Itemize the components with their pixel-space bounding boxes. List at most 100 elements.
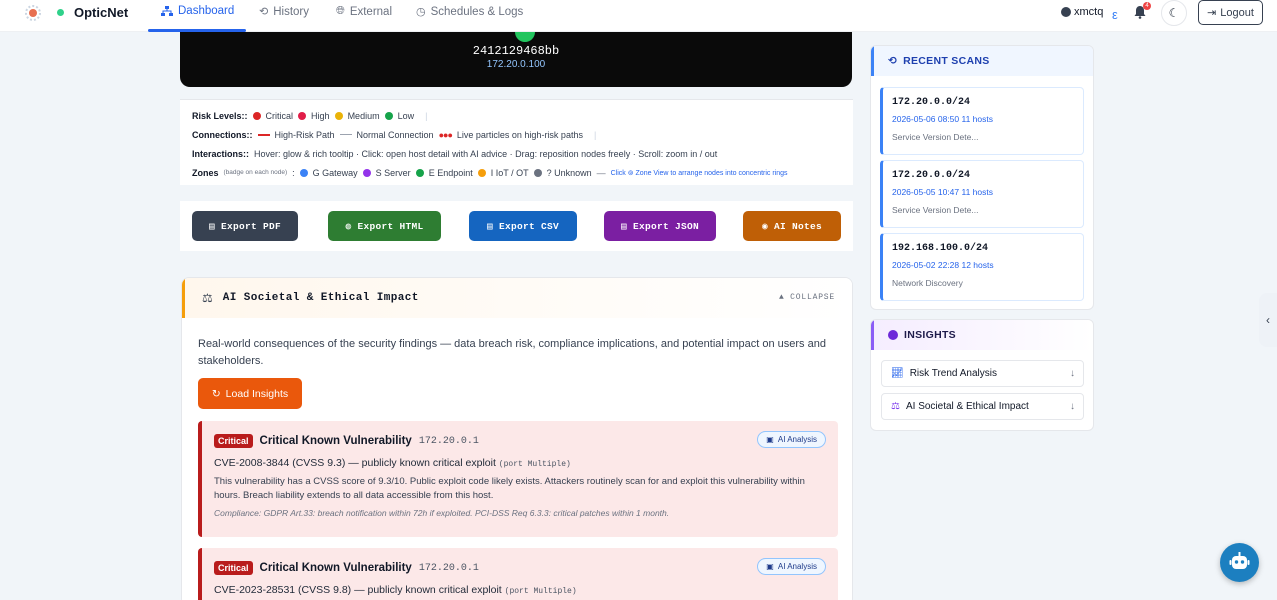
export-html-button[interactable]: ◍ Export HTML (328, 211, 441, 241)
card-header[interactable]: ⚖ AI Societal & Ethical Impact ▲ COLLAPS… (182, 278, 852, 318)
finding-compliance: Compliance: GDPR Art.33: breach notifica… (214, 508, 670, 518)
endpoint-dot (415, 168, 424, 177)
scan-network: 172.20.0.0/24 (892, 170, 971, 181)
legend-connections-row: Connections:: High-Risk Path Normal Conn… (192, 125, 841, 144)
ai-societal-impact-card: ⚖ AI Societal & Ethical Impact ▲ COLLAPS… (181, 277, 853, 600)
scan-item[interactable]: 172.20.0.0/24 2026-05-06 08:50 11 hosts … (880, 87, 1084, 155)
logout-button[interactable]: ⇥ Logout (1198, 0, 1263, 25)
export-json-label: Export JSON (633, 220, 700, 232)
network-topology-canvas[interactable]: 2412129468bb 172.20.0.100 (180, 28, 852, 87)
high-risk-line-icon (257, 133, 270, 136)
finding-ip: 172.20.0.1 (418, 562, 479, 574)
load-insights-button[interactable]: ↻ Load Insights (198, 378, 302, 409)
legend-high-risk: High-Risk Path (274, 129, 335, 140)
finding-title: Critical Known Vulnerability (259, 562, 412, 574)
active-tab-indicator (148, 29, 246, 32)
scan-type: Service Version Dete... (892, 205, 979, 215)
export-csv-label: Export CSV (499, 220, 560, 232)
legend-zones-row: Zones (badge on each node): G Gateway S … (192, 167, 788, 178)
scan-type: Network Discovery (892, 278, 963, 288)
finding-cve: CVE-2023-28531 (CVSS 9.8) — publicly kno… (214, 584, 502, 596)
scan-item[interactable]: 192.168.100.0/24 2026-05-02 22:28 12 hos… (880, 233, 1084, 301)
file-pdf-icon: ▤ (208, 220, 215, 232)
ai-analysis-label: AI Analysis (777, 435, 817, 444)
legend-interactions-text: Hover: glow & rich tooltip · Click: open… (254, 148, 718, 159)
scale-icon: ⚖ (202, 291, 213, 305)
export-pdf-button[interactable]: ▤ Export PDF (192, 211, 298, 241)
card-title: AI Societal & Ethical Impact (222, 292, 419, 304)
top-navbar: OpticNet Dashboard ⟲ History 🌐︎ External… (0, 0, 1277, 32)
scale-icon: ⚖ (891, 401, 900, 412)
chart-line-icon: 📈︎ (891, 368, 904, 379)
globe-icon: ◍ (345, 220, 352, 232)
finding-port: (port Multiple) (498, 460, 571, 469)
brand-name[interactable]: OpticNet (74, 5, 128, 20)
arrow-down-icon: ↓ (1070, 368, 1075, 379)
export-html-label: Export HTML (357, 220, 424, 232)
robot-icon (1229, 552, 1250, 569)
zones-note: (badge on each node) (223, 169, 288, 176)
history-icon: ⟲ (888, 55, 898, 67)
finding-cve: CVE-2008-3844 (CVSS 9.3) — publicly know… (214, 457, 496, 469)
notification-badge: 4 (1143, 2, 1151, 10)
app-logo-icon (25, 5, 41, 21)
node-ip: 172.20.0.100 (486, 59, 546, 70)
insight-risk-trend[interactable]: 📈︎ Risk Trend Analysis ↓ (881, 360, 1084, 387)
ai-analysis-label: AI Analysis (777, 562, 817, 571)
export-toolbar: ▤ Export PDF ◍ Export HTML ▤ Export CSV ▤ Ex… (180, 201, 853, 251)
legend-medium: Medium (347, 110, 380, 121)
history-icon: ⟲ (259, 6, 269, 18)
username: xmctq (1074, 6, 1104, 18)
insights-title: INSIGHTS (904, 329, 956, 341)
nav-schedules[interactable]: ◷ Schedules & Logs (416, 5, 523, 19)
high-dot (298, 111, 307, 120)
globe-icon: 🌐︎ (336, 5, 345, 17)
export-json-button[interactable]: ▤ Export JSON (604, 211, 716, 241)
ai-notes-button[interactable]: ◉ AI Notes (743, 211, 841, 241)
zone-view-tip[interactable]: Click ⊚ Zone View to arrange nodes into … (611, 169, 788, 177)
nav-external[interactable]: 🌐︎ External (336, 5, 392, 18)
ai-analysis-button[interactable]: ▣ AI Analysis (757, 558, 826, 575)
collapse-toggle[interactable]: ▲ COLLAPSE (779, 293, 835, 302)
user-menu[interactable]: xmctq (1061, 6, 1103, 18)
severity-badge: Critical (214, 434, 253, 448)
legend-risk-row: Risk Levels:: Critical High Medium Low | (192, 106, 841, 125)
robot-icon: ▣ (766, 435, 774, 444)
insights-header: INSIGHTS (871, 320, 1093, 350)
severity-badge: Critical (214, 561, 253, 575)
sidebar-toggle-handle[interactable]: ‹ (1259, 293, 1277, 347)
normal-line-icon (339, 134, 352, 135)
finding-card: Critical Critical Known Vulnerability 17… (198, 421, 838, 537)
insights-panel: INSIGHTS 📈︎ Risk Trend Analysis ↓ ⚖ AI S… (870, 319, 1094, 431)
logout-label: Logout (1220, 6, 1254, 19)
chatbot-button[interactable] (1220, 543, 1259, 582)
logout-icon: ⇥ (1207, 7, 1217, 19)
export-csv-button[interactable]: ▤ Export CSV (469, 211, 577, 241)
ai-analysis-button[interactable]: ▣ AI Analysis (757, 431, 826, 448)
divider: | (425, 110, 428, 121)
particles-icon: ●●● (438, 129, 453, 140)
nav-dashboard[interactable]: Dashboard (161, 5, 234, 17)
legend-interactions-row: Interactions:: Hover: glow & rich toolti… (192, 144, 841, 163)
compass-icon (888, 330, 898, 340)
moon-icon: ☾ (1168, 6, 1180, 20)
finding-title: Critical Known Vulnerability (259, 435, 412, 447)
recent-scans-panel: ⟲ RECENT SCANS 172.20.0.0/24 2026-05-06 … (870, 45, 1094, 310)
refresh-icon: ↻ (211, 387, 221, 400)
finding-body: This vulnerability has a CVSS score of 9… (214, 476, 805, 501)
user-icon (1061, 7, 1071, 17)
language-icon[interactable]: ε (1112, 7, 1118, 22)
theme-toggle-button[interactable]: ☾ (1161, 0, 1187, 26)
nav-history[interactable]: ⟲ History (259, 5, 309, 19)
zone-unknown: ? Unknown (546, 167, 592, 178)
scan-item[interactable]: 172.20.0.0/24 2026-05-05 10:47 11 hosts … (880, 160, 1084, 228)
zone-iot: I IoT / OT (490, 167, 529, 178)
critical-dot (252, 111, 261, 120)
clock-icon: ◷ (416, 6, 426, 18)
node-hostname: 2412129468bb (472, 44, 560, 58)
gateway-dot (299, 168, 308, 177)
finding-card: Critical Critical Known Vulnerability 17… (198, 548, 838, 600)
divider: | (593, 129, 597, 140)
insight-societal-impact[interactable]: ⚖ AI Societal & Ethical Impact ↓ (881, 393, 1084, 420)
topology-legend: Risk Levels:: Critical High Medium Low |… (180, 99, 853, 185)
